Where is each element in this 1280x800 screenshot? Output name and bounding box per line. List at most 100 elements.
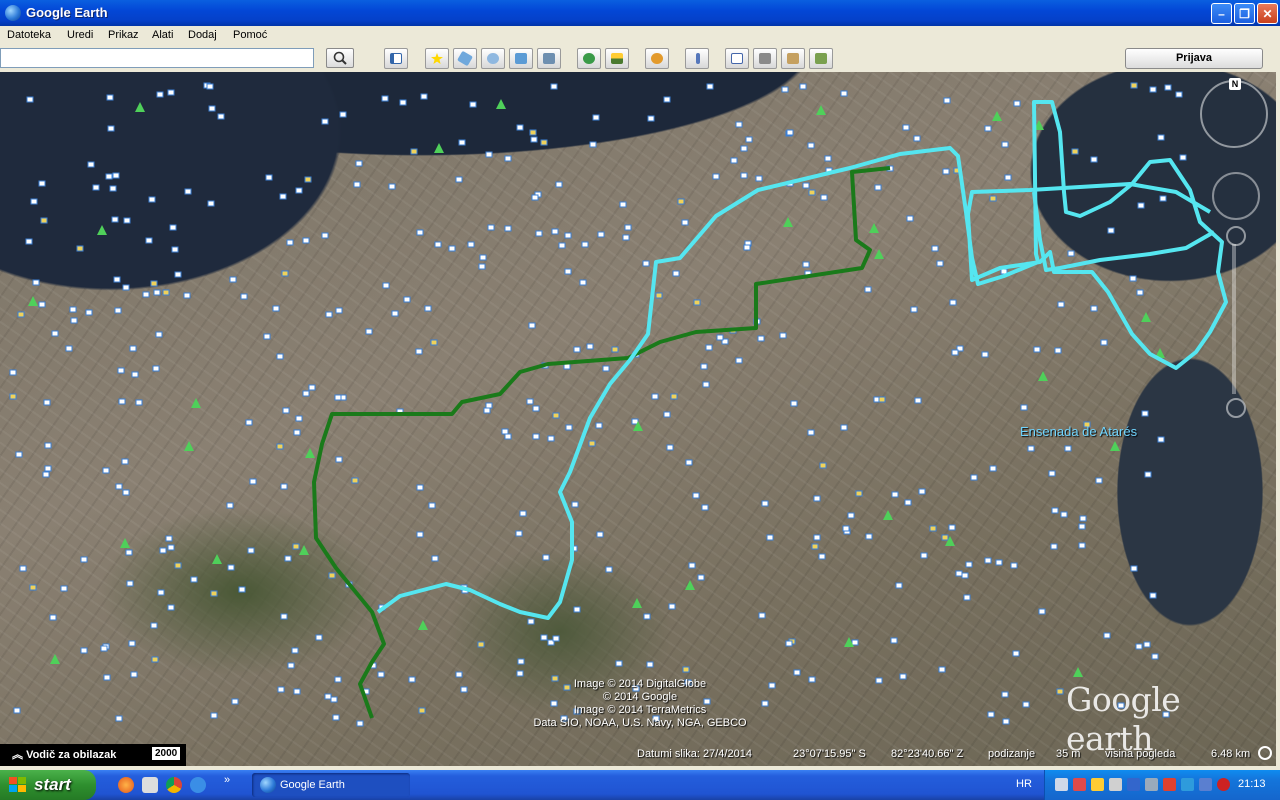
poi-marker-icon[interactable] [697,574,705,581]
poi-marker-icon[interactable] [281,270,289,277]
poi-marker-icon[interactable] [106,94,114,101]
menu-file[interactable]: Datoteka [7,29,51,41]
menu-view[interactable]: Prikaz [108,29,139,41]
poi-marker-icon[interactable] [286,239,294,246]
poi-marker-icon[interactable] [206,83,214,90]
poi-marker-icon[interactable] [70,317,78,324]
poi-marker-icon[interactable] [284,555,292,562]
poi-marker-icon[interactable] [701,504,709,511]
poi-marker-icon[interactable] [558,242,566,249]
record-tour-button[interactable] [537,48,561,69]
poi-marker-icon[interactable] [913,135,921,142]
menu-tools[interactable]: Alati [152,29,173,41]
poi-marker-icon[interactable] [596,531,604,538]
park-tree-icon[interactable] [135,102,145,112]
print-button[interactable] [753,48,777,69]
park-tree-icon[interactable] [305,448,315,458]
poi-marker-icon[interactable] [501,428,509,435]
poi-marker-icon[interactable] [308,384,316,391]
poi-marker-icon[interactable] [672,270,680,277]
poi-marker-icon[interactable] [26,96,34,103]
save-image-button[interactable] [781,48,805,69]
park-tree-icon[interactable] [299,545,309,555]
poi-marker-icon[interactable] [735,357,743,364]
poi-marker-icon[interactable] [121,458,129,465]
view-in-maps-button[interactable] [809,48,833,69]
poi-marker-icon[interactable] [142,291,150,298]
poi-marker-icon[interactable] [190,576,198,583]
poi-marker-icon[interactable] [807,142,815,149]
poi-marker-icon[interactable] [989,465,997,472]
poi-marker-icon[interactable] [69,306,77,313]
poi-marker-icon[interactable] [460,686,468,693]
park-tree-icon[interactable] [883,510,893,520]
minimize-button[interactable]: – [1211,3,1232,24]
poi-marker-icon[interactable] [247,547,255,554]
poi-marker-icon[interactable] [1130,565,1138,572]
park-tree-icon[interactable] [418,620,428,630]
poi-marker-icon[interactable] [295,415,303,422]
poi-marker-icon[interactable] [293,688,301,695]
poi-marker-icon[interactable] [1038,608,1046,615]
poi-marker-icon[interactable] [117,367,125,374]
poi-marker-icon[interactable] [565,424,573,431]
poi-marker-icon[interactable] [819,462,827,469]
poi-marker-icon[interactable] [217,113,225,120]
poi-marker-icon[interactable] [597,231,605,238]
poi-marker-icon[interactable] [174,562,182,569]
poi-marker-icon[interactable] [330,696,338,703]
poi-marker-icon[interactable] [682,666,690,673]
poi-marker-icon[interactable] [38,301,46,308]
park-tree-icon[interactable] [50,654,60,664]
poi-marker-icon[interactable] [277,686,285,693]
poi-marker-icon[interactable] [1078,542,1086,549]
add-path-button[interactable] [481,48,505,69]
poi-marker-icon[interactable] [184,188,192,195]
poi-marker-icon[interactable] [151,656,159,663]
poi-marker-icon[interactable] [766,534,774,541]
park-tree-icon[interactable] [816,105,826,115]
poi-marker-icon[interactable] [381,95,389,102]
poi-marker-icon[interactable] [1079,515,1087,522]
poi-marker-icon[interactable] [416,229,424,236]
image-overlay-button[interactable] [509,48,533,69]
poi-marker-icon[interactable] [167,89,175,96]
poi-marker-icon[interactable] [906,215,914,222]
poi-marker-icon[interactable] [183,292,191,299]
poi-marker-icon[interactable] [920,552,928,559]
email-button[interactable] [725,48,749,69]
search-button[interactable] [326,48,354,68]
poi-marker-icon[interactable] [855,490,863,497]
poi-marker-icon[interactable] [114,307,122,314]
device-icon[interactable] [1199,778,1212,791]
park-tree-icon[interactable] [992,111,1002,121]
poi-marker-icon[interactable] [552,635,560,642]
poi-marker-icon[interactable] [735,121,743,128]
poi-marker-icon[interactable] [785,640,793,647]
poi-marker-icon[interactable] [231,698,239,705]
poi-marker-icon[interactable] [1175,91,1183,98]
poi-marker-icon[interactable] [107,125,115,132]
poi-marker-icon[interactable] [519,510,527,517]
poi-marker-icon[interactable] [793,669,801,676]
poi-marker-icon[interactable] [1136,289,1144,296]
phone-icon[interactable] [1145,778,1158,791]
poi-marker-icon[interactable] [1051,507,1059,514]
close-button[interactable]: ✕ [1257,3,1278,24]
poi-marker-icon[interactable] [605,566,613,573]
poi-marker-icon[interactable] [1071,148,1079,155]
poi-marker-icon[interactable] [963,594,971,601]
poi-marker-icon[interactable] [29,584,37,591]
poi-marker-icon[interactable] [25,238,33,245]
poi-marker-icon[interactable] [564,268,572,275]
poi-marker-icon[interactable] [1033,346,1041,353]
poi-marker-icon[interactable] [19,565,27,572]
poi-marker-icon[interactable] [87,161,95,168]
poi-marker-icon[interactable] [339,111,347,118]
poi-marker-icon[interactable] [702,381,710,388]
poi-marker-icon[interactable] [1095,477,1103,484]
poi-marker-icon[interactable] [666,444,674,451]
park-tree-icon[interactable] [120,538,130,548]
poi-marker-icon[interactable] [282,407,290,414]
poi-marker-icon[interactable] [162,289,170,296]
